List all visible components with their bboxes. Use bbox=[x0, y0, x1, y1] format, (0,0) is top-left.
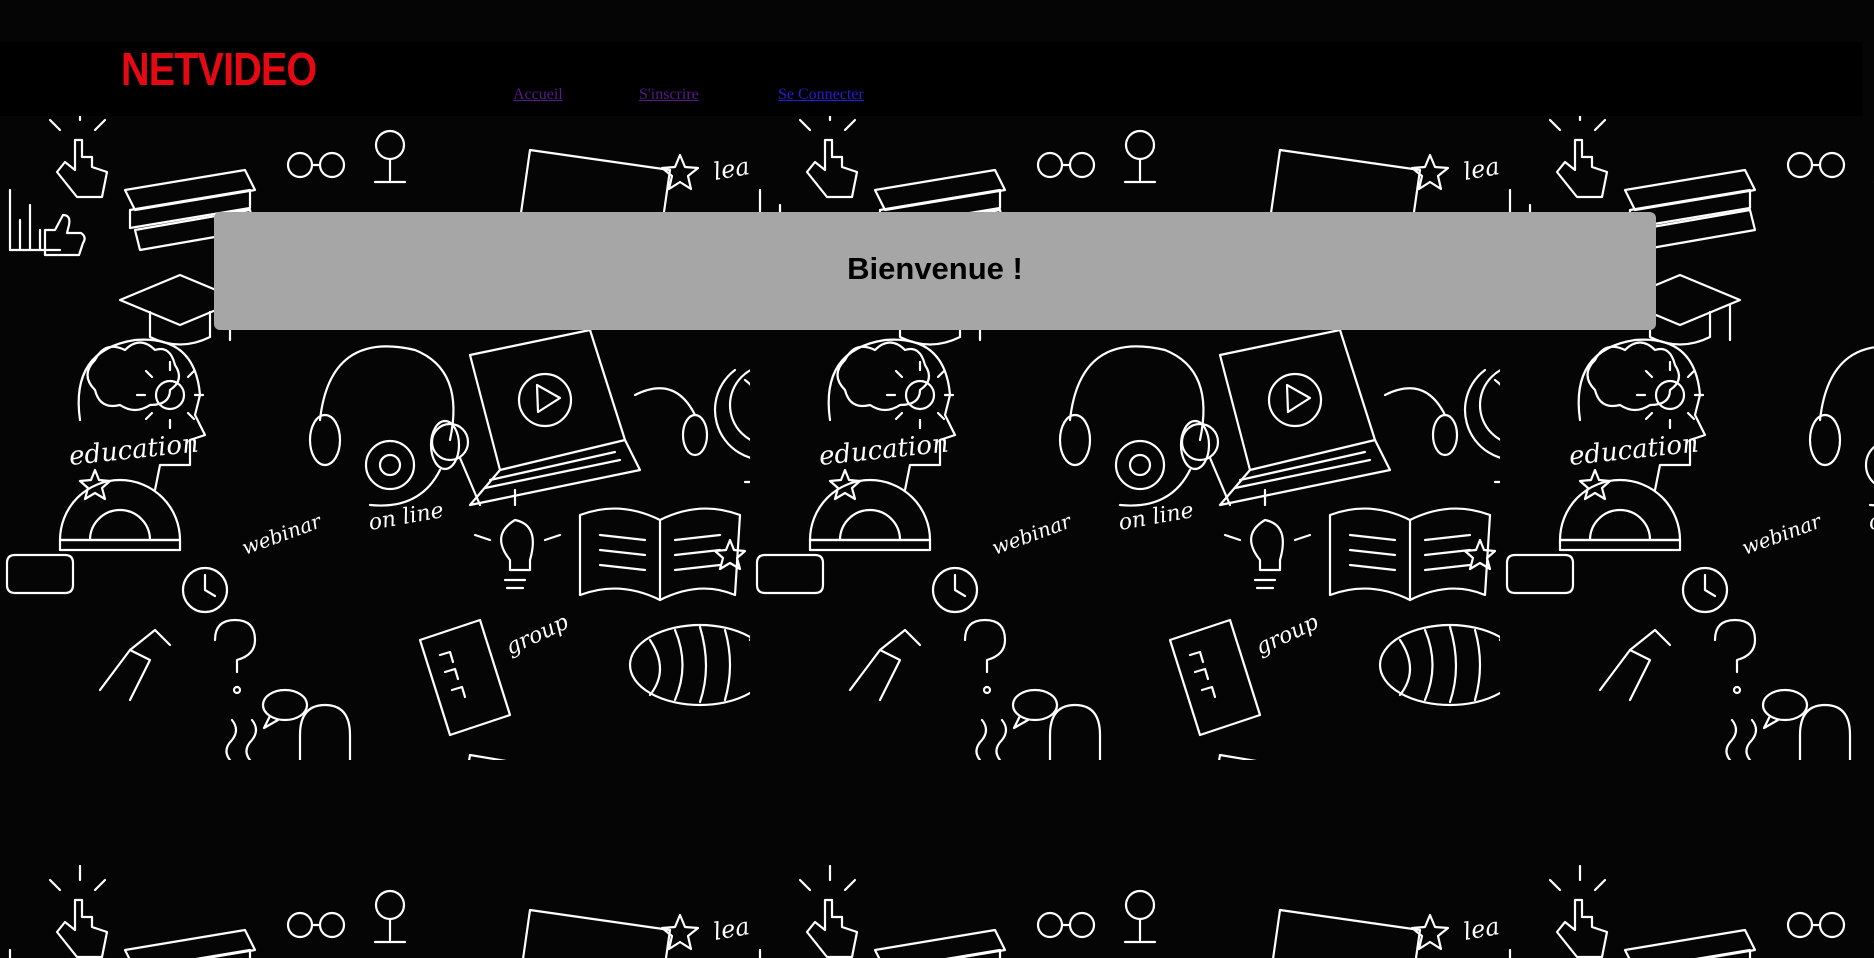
nav-link-sinscrire[interactable]: S'inscrire bbox=[639, 86, 699, 104]
netvideo-logo[interactable]: NETVIDEO bbox=[121, 46, 317, 92]
nav-link-se-connecter[interactable]: Se Connecter bbox=[778, 86, 864, 104]
welcome-title: Bienvenue ! bbox=[847, 251, 1023, 286]
top-navbar: NETVIDEO Accueil S'inscrire Se Connecter bbox=[0, 42, 1862, 116]
page: education webinar on line group learn On… bbox=[0, 0, 1874, 958]
doodle-background: education webinar on line group learn On… bbox=[0, 0, 1874, 958]
nav-link-accueil[interactable]: Accueil bbox=[513, 86, 563, 104]
welcome-panel: Bienvenue ! bbox=[214, 212, 1656, 330]
